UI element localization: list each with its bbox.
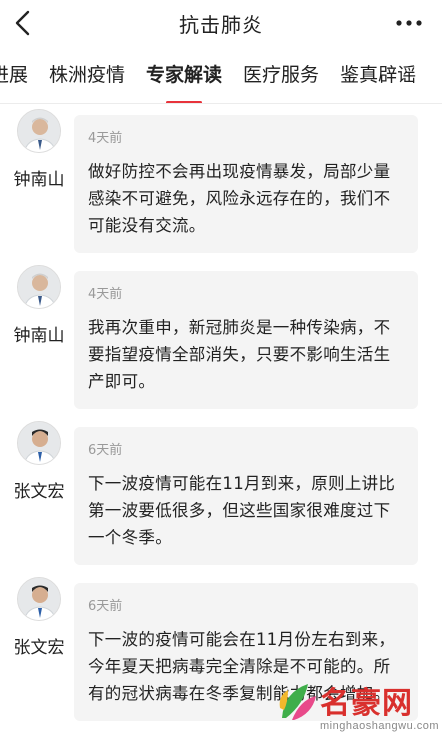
post-time: 6天前 (88, 599, 123, 614)
tabs-row: 进展 株洲疫情 专家解读 医疗服务 鉴真辟谣 (0, 62, 437, 103)
author-name: 张文宏 (13, 482, 65, 502)
author-name: 钟南山 (13, 326, 65, 346)
post-author: 钟南山 (8, 109, 70, 190)
post-content: 做好防控不会再出现疫情暴发，局部少量感染不可避免，风险永远存在的，我们不可能没有… (88, 162, 391, 235)
watermark-url: minghaoshangwu.com (320, 720, 440, 732)
more-button[interactable] (392, 6, 426, 40)
author-name: 张文宏 (13, 638, 65, 658)
person-avatar-icon (18, 422, 60, 464)
post-bubble[interactable]: 6天前 下一波疫情可能在11月到来，原则上讲比第一波要低很多，但这些国家很难度过… (74, 427, 418, 565)
tab-bar: 进展 株洲疫情 专家解读 医疗服务 鉴真辟谣 (0, 46, 442, 104)
person-avatar-icon (18, 578, 60, 620)
avatar[interactable] (17, 109, 61, 153)
avatar[interactable] (17, 577, 61, 621)
post-bubble[interactable]: 4天前 我再次重申，新冠肺炎是一种传染病，不要指望疫情全部消失，只要不影响生活生… (74, 271, 418, 409)
post-time: 4天前 (88, 131, 123, 146)
post-author: 钟南山 (8, 265, 70, 346)
more-dots-icon (396, 20, 422, 26)
back-button[interactable] (6, 4, 40, 42)
post-author: 张文宏 (8, 577, 70, 658)
post-content: 我再次重申，新冠肺炎是一种传染病，不要指望疫情全部消失，只要不影响生活生产即可。 (88, 318, 391, 391)
post-bubble[interactable]: 6天前 下一波的疫情可能会在11月份左右到来，今年夏天把病毒完全清除是不可能的。… (74, 583, 418, 721)
page-title: 抗击肺炎 (179, 12, 263, 37)
avatar[interactable] (17, 421, 61, 465)
post-time: 6天前 (88, 443, 123, 458)
tab-expert-analysis[interactable]: 专家解读 (146, 62, 222, 103)
person-avatar-icon (18, 266, 60, 308)
post-content: 下一波疫情可能在11月到来，原则上讲比第一波要低很多，但这些国家很难度过下一个冬… (88, 474, 396, 547)
app-screen: 抗击肺炎 进展 株洲疫情 专家解读 医疗服务 鉴真辟谣 (0, 0, 442, 746)
tab-rumor-check[interactable]: 鉴真辟谣 (340, 62, 416, 92)
chevron-left-icon (15, 10, 30, 36)
post-content: 下一波的疫情可能会在11月份左右到来，今年夏天把病毒完全清除是不可能的。所有的冠… (88, 630, 396, 703)
tab-medical-service[interactable]: 医疗服务 (243, 62, 319, 92)
post-time: 4天前 (88, 287, 123, 302)
tab-progress[interactable]: 进展 (0, 62, 28, 92)
top-bar: 抗击肺炎 (0, 0, 442, 46)
tab-zhuzhou-epidemic[interactable]: 株洲疫情 (49, 62, 125, 92)
author-name: 钟南山 (13, 170, 65, 190)
post-bubble[interactable]: 4天前 做好防控不会再出现疫情暴发，局部少量感染不可避免，风险永远存在的，我们不… (74, 115, 418, 253)
person-avatar-icon (18, 110, 60, 152)
post-author: 张文宏 (8, 421, 70, 502)
avatar[interactable] (17, 265, 61, 309)
